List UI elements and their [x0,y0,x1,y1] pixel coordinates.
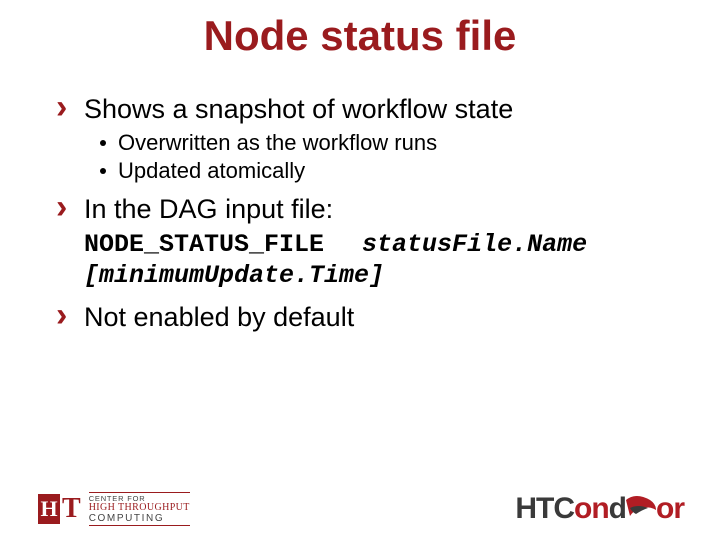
bullet-1: Shows a snapshot of workflow state [56,94,690,125]
htcondor-part4: or [656,492,684,525]
slide-title: Node status file [0,0,720,84]
chtc-logo-t: T [62,493,81,525]
chtc-logo-mark: H T [38,493,81,525]
htcondor-part2: on [574,492,609,525]
bullet-3: Not enabled by default [56,302,690,333]
chtc-logo-text: CENTER FOR HIGH THROUGHPUT COMPUTING [89,492,190,526]
code-optional: [minimumUpdate.Time] [84,261,384,290]
code-block: NODE_STATUS_FILE statusFile.Name [minimum… [84,229,690,292]
chtc-logo: H T CENTER FOR HIGH THROUGHPUT COMPUTING [38,492,190,526]
chtc-line2: HIGH THROUGHPUT [89,503,190,514]
chtc-logo-h: H [38,494,60,524]
bullet-2: In the DAG input file: [56,194,690,225]
code-keyword: NODE_STATUS_FILE [84,230,324,259]
bullet-1-sub-2: Updated atomically [100,157,690,185]
htcondor-logo: HTCondor [515,492,684,526]
code-arg: statusFile.Name [362,230,587,259]
slide-content: Shows a snapshot of workflow state Overw… [0,94,720,333]
htcondor-text: HTCondor [515,492,684,526]
bullet-1-sub-1: Overwritten as the workflow runs [100,129,690,157]
chtc-line3: COMPUTING [89,514,190,525]
bird-icon [624,494,658,522]
htcondor-part1: HTC [515,492,574,525]
footer: H T CENTER FOR HIGH THROUGHPUT COMPUTING… [0,476,720,540]
